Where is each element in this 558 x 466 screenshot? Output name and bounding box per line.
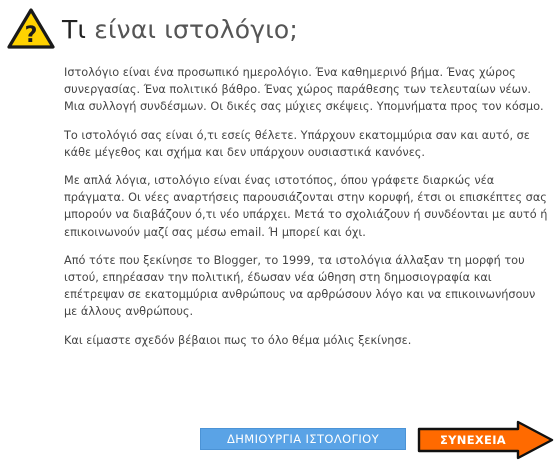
continue-button[interactable]: ΣΥΝΕΧΕΙΑ [416,420,554,460]
page-header: ? Τι είναι ιστολόγιο; [6,6,298,52]
title-first-word: Τι [62,14,87,44]
paragraph-history: Από τότε που ξεκίνησε το Blogger, το 199… [64,253,536,319]
svg-text:?: ? [25,23,38,48]
paragraph-simple-words: Με απλά λόγια, ιστολόγιο είναι ένας ιστο… [64,174,548,239]
paragraph-whatever-you-want: Το ιστολόγιό σας είναι ό,τι εσείς θέλετε… [64,128,530,159]
action-bar: ΔΗΜΙΟΥΡΓΙΑ ΙΣΤΟΛΟΓΙΟΥ ΣΥΝΕΧΕΙΑ [198,420,558,466]
question-warning-icon: ? [7,8,55,49]
title-rest: είναι ιστολόγιο; [86,14,299,44]
create-blog-button[interactable]: ΔΗΜΙΟΥΡΓΙΑ ΙΣΤΟΛΟΓΙΟΥ [200,428,406,450]
continue-label: ΣΥΝΕΧΕΙΑ [440,433,506,447]
page-title: Τι είναι ιστολόγιο; [62,15,298,44]
intro-content: Ιστολόγιο είναι ένα προσωπικό ημερολόγιο… [64,64,550,360]
paragraph-definition: Ιστολόγιο είναι ένα προσωπικό ημερολόγιο… [64,66,544,114]
paragraph-just-started: Και είμαστε σχεδόν βέβαιοι πως το όλο θέ… [64,333,412,347]
